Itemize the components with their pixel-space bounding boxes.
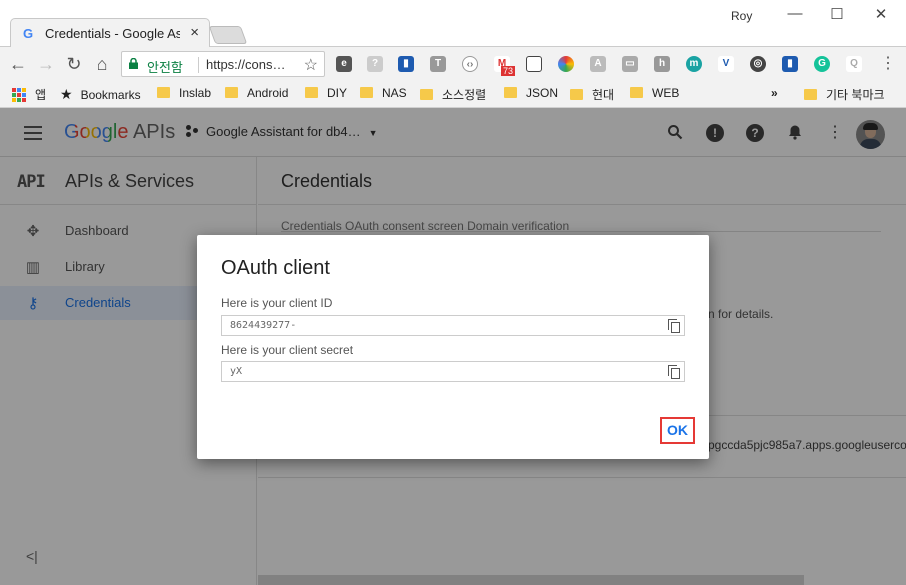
folder-icon: [225, 87, 238, 98]
bookmark-folder[interactable]: 소스정렬: [420, 86, 486, 103]
client-secret-label: Here is your client secret: [221, 343, 354, 357]
ok-button[interactable]: OK: [660, 417, 695, 444]
close-tab-icon[interactable]: ×: [190, 24, 199, 41]
browser-titlebar: G Credentials - Google As × Roy — ☐ ✕: [0, 0, 906, 47]
maximize-icon[interactable]: ☐: [822, 5, 852, 25]
other-bookmarks[interactable]: 기타 북마크: [804, 86, 885, 103]
bookmarks-overflow[interactable]: »: [771, 86, 778, 100]
client-id-value[interactable]: 8624439277-: [230, 320, 296, 331]
color-extension-icon[interactable]: [558, 56, 574, 72]
extension-icon[interactable]: ?: [367, 56, 383, 72]
t-extension-icon[interactable]: T: [430, 56, 446, 72]
folder-icon: [570, 89, 583, 100]
client-secret-value[interactable]: yX: [230, 366, 242, 377]
secure-label: 안전함: [147, 60, 183, 75]
h-extension-icon[interactable]: h: [654, 56, 670, 72]
code-extension-icon[interactable]: ‹›: [462, 56, 478, 72]
bookmark-folder[interactable]: NAS: [360, 86, 407, 100]
bookmarks-bar: 앱 ★ Bookmarks Inslab Android DIY NAS 소스정렬…: [0, 81, 906, 108]
v-extension-icon[interactable]: V: [718, 56, 734, 72]
minimize-icon[interactable]: —: [780, 5, 810, 25]
bookmark-folder[interactable]: JSON: [504, 86, 558, 100]
angular-extension-icon[interactable]: A: [590, 56, 606, 72]
bookmark-extension-icon[interactable]: ▮: [782, 56, 798, 72]
bookmark-folder[interactable]: DIY: [305, 86, 347, 100]
new-tab-button[interactable]: [208, 26, 248, 44]
folder-icon: [157, 87, 170, 98]
back-icon[interactable]: ←: [7, 53, 29, 75]
bookmark-star-icon[interactable]: ☆: [304, 55, 318, 75]
apps-icon[interactable]: [12, 88, 26, 102]
m-extension-icon[interactable]: m: [686, 56, 702, 72]
google-favicon-icon: G: [23, 26, 34, 41]
evernote-extension-icon[interactable]: e: [336, 56, 352, 72]
grammarly-extension-icon[interactable]: G: [814, 56, 830, 72]
lock-icon: [129, 58, 138, 69]
bookmark-folder[interactable]: 현대: [570, 86, 614, 103]
dialog-title: OAuth client: [221, 257, 330, 279]
home-icon[interactable]: ⌂: [91, 53, 113, 75]
client-id-label: Here is your client ID: [221, 296, 333, 310]
screenshot-extension-icon[interactable]: [526, 56, 542, 72]
trello-extension-icon[interactable]: ▮: [398, 56, 414, 72]
extension-icon[interactable]: ◎: [750, 56, 766, 72]
gmail-badge: 73: [501, 66, 516, 76]
chrome-menu-icon[interactable]: ⋮: [877, 53, 899, 75]
url-text[interactable]: https://cons…: [206, 57, 285, 72]
forward-icon[interactable]: →: [35, 53, 57, 75]
folder-icon: [420, 89, 433, 100]
address-bar[interactable]: 안전함 https://cons… ☆: [121, 51, 325, 77]
browser-tab[interactable]: G Credentials - Google As ×: [10, 18, 210, 47]
window-close-icon[interactable]: ✕: [866, 5, 896, 25]
folder-icon: [360, 87, 373, 98]
browser-toolbar: ← → ↻ ⌂ 안전함 https://cons… ☆ e ? ▮ T ‹› M…: [0, 47, 906, 81]
bookmark-bookmarks[interactable]: ★ Bookmarks: [60, 86, 141, 103]
folder-icon: [504, 87, 517, 98]
client-secret-field[interactable]: yX: [221, 361, 685, 382]
oauth-client-dialog: OAuth client Here is your client ID 8624…: [197, 235, 709, 459]
apps-label[interactable]: 앱: [35, 86, 46, 103]
window-user-name[interactable]: Roy: [731, 9, 752, 23]
client-id-field[interactable]: 8624439277-: [221, 315, 685, 336]
extension-icon[interactable]: ▭: [622, 56, 638, 72]
tab-title: Credentials - Google As: [45, 26, 180, 41]
bookmark-folder[interactable]: Inslab: [157, 86, 211, 100]
reload-icon[interactable]: ↻: [63, 53, 85, 75]
folder-icon: [630, 87, 643, 98]
folder-icon: [804, 89, 817, 100]
copy-icon[interactable]: [667, 319, 681, 333]
star-icon: ★: [60, 86, 73, 102]
bookmark-folder[interactable]: Android: [225, 86, 288, 100]
folder-icon: [305, 87, 318, 98]
bookmark-folder[interactable]: WEB: [630, 86, 679, 100]
copy-icon[interactable]: [667, 365, 681, 379]
search-extension-icon[interactable]: Q: [846, 56, 862, 72]
